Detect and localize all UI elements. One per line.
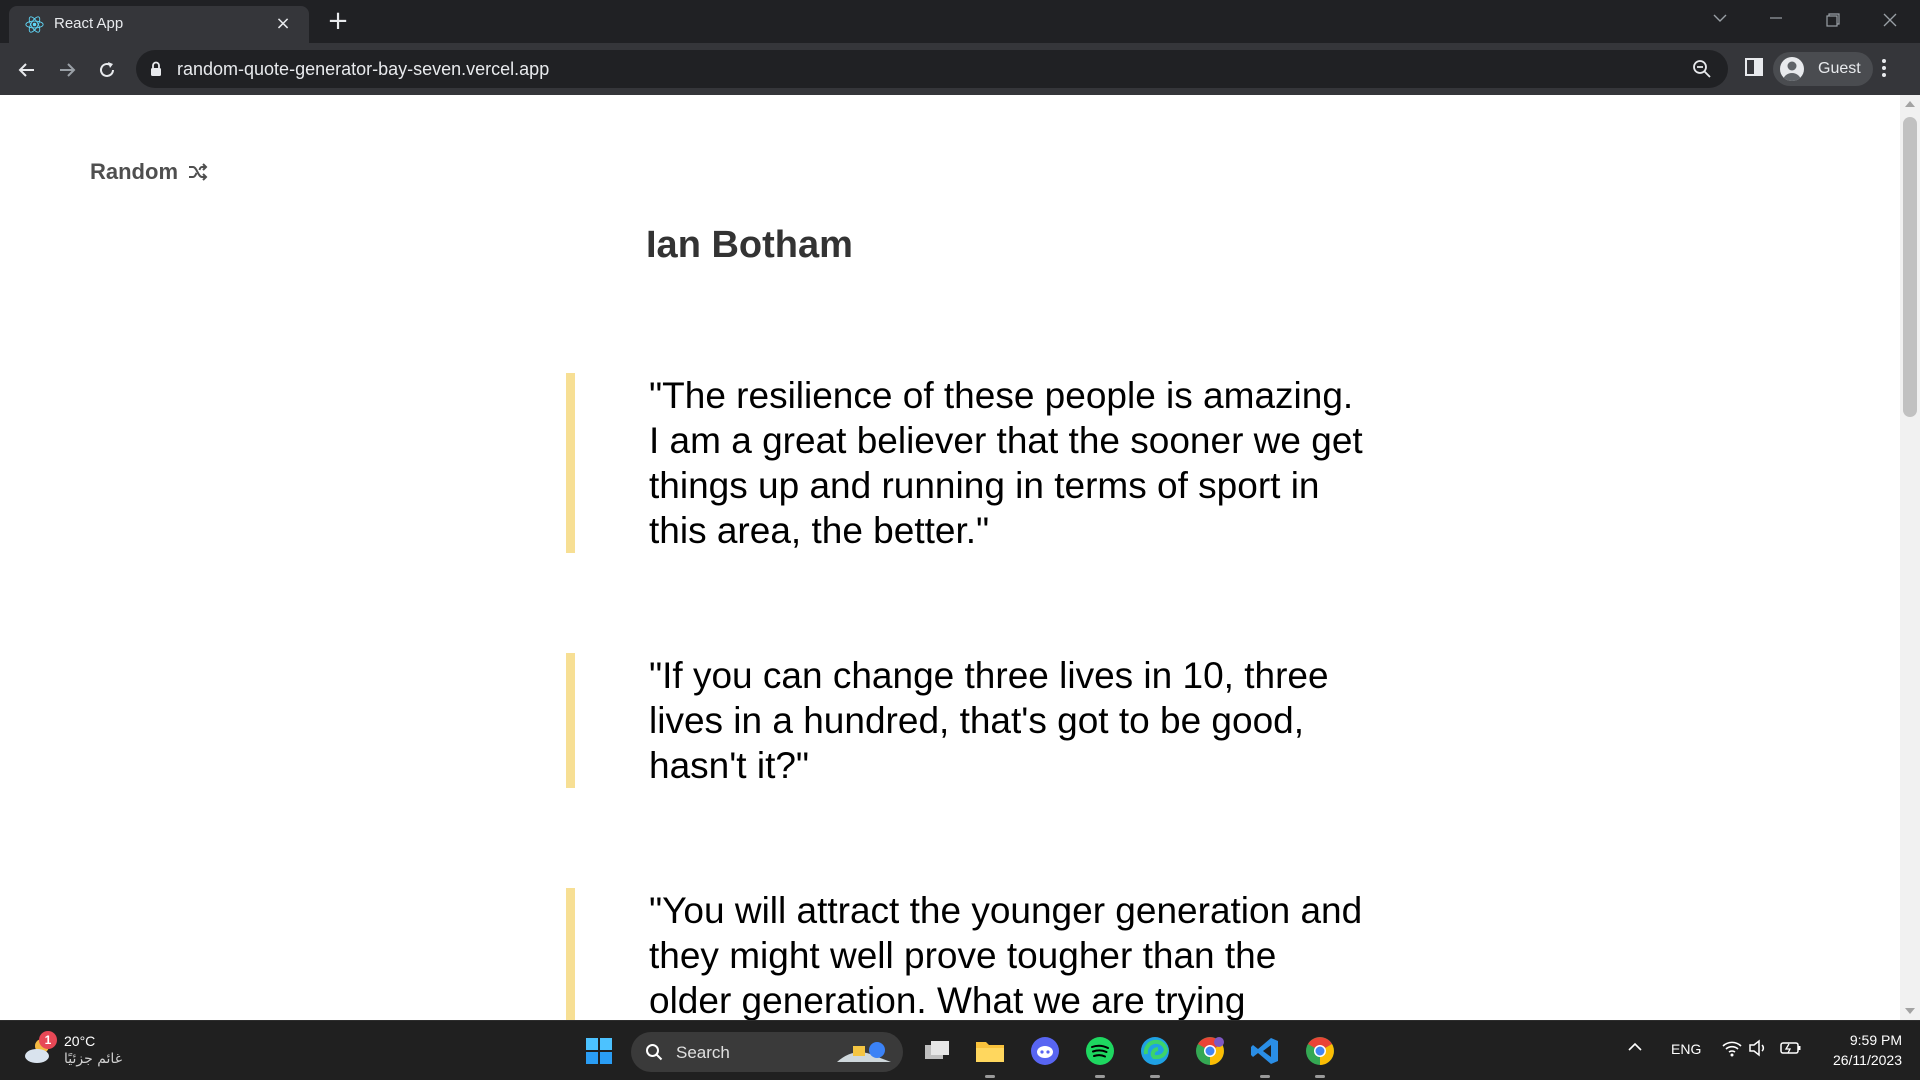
random-button[interactable]: Random <box>90 157 208 187</box>
weather-condition: غائم جزئيًا <box>64 1051 123 1067</box>
tab-strip: React App × + <box>0 0 1920 43</box>
minimize-icon[interactable] <box>1756 6 1796 34</box>
back-arrow-icon[interactable] <box>12 55 42 85</box>
scrollbar-thumb[interactable] <box>1903 117 1917 417</box>
weather-widget[interactable]: 1 20°C غائم جزئيًا <box>22 1031 132 1071</box>
reload-icon[interactable] <box>92 55 122 85</box>
quote-text: "The resilience of these people is amazi… <box>566 373 1366 553</box>
page-viewport: Random Ian Botham "The resilience of the… <box>0 95 1900 1020</box>
shuffle-icon <box>189 163 208 181</box>
profile-label: Guest <box>1818 60 1861 77</box>
more-menu-icon[interactable] <box>1880 57 1888 79</box>
task-view-icon[interactable] <box>920 1034 954 1068</box>
plus-icon[interactable]: + <box>324 8 352 36</box>
tab-title: React App <box>54 15 124 32</box>
chrome-icon[interactable] <box>1303 1034 1337 1078</box>
scroll-down-icon[interactable] <box>1905 1008 1915 1014</box>
forward-arrow-icon[interactable] <box>52 55 82 85</box>
browser-toolbar: random-quote-generator-bay-seven.vercel.… <box>0 43 1920 95</box>
profile-button[interactable]: Guest <box>1773 52 1873 86</box>
browser-tab[interactable]: React App × <box>9 6 309 43</box>
chrome-profile-icon[interactable] <box>1193 1034 1227 1068</box>
close-window-icon[interactable] <box>1870 6 1910 34</box>
windows-start-icon[interactable] <box>582 1034 616 1068</box>
address-bar[interactable]: random-quote-generator-bay-seven.vercel.… <box>136 50 1728 88</box>
notification-badge: 1 <box>39 1031 57 1049</box>
tab-search-icon[interactable] <box>1700 6 1740 34</box>
volume-icon[interactable] <box>1748 1039 1768 1057</box>
language-indicator[interactable]: ENG <box>1671 1041 1701 1057</box>
lock-icon <box>151 61 161 76</box>
discord-icon[interactable] <box>1028 1034 1062 1068</box>
running-indicator <box>1095 1075 1105 1078</box>
close-tab-icon[interactable]: × <box>273 14 293 34</box>
quote-text: "You will attract the younger generation… <box>566 888 1366 1020</box>
edge-icon[interactable] <box>1138 1034 1172 1078</box>
vscode-icon[interactable] <box>1248 1034 1282 1078</box>
restore-icon[interactable] <box>1813 6 1853 34</box>
chevron-up-icon[interactable] <box>1627 1039 1643 1055</box>
battery-icon[interactable] <box>1780 1039 1802 1057</box>
url-text: random-quote-generator-bay-seven.vercel.… <box>177 59 550 79</box>
windows-taskbar: 1 20°C غائم جزئيًا Search ENG 9:59 PM 26… <box>0 1020 1920 1080</box>
search-icon <box>646 1044 663 1061</box>
wifi-icon[interactable] <box>1722 1039 1742 1057</box>
running-indicator <box>1260 1075 1270 1078</box>
running-indicator <box>985 1075 995 1078</box>
running-indicator <box>1150 1075 1160 1078</box>
random-button-label: Random <box>90 159 178 184</box>
quote-text: "If you can change three lives in 10, th… <box>566 653 1366 788</box>
search-highlight-icon <box>837 1042 891 1062</box>
clock-date: 26/11/2023 <box>1832 1052 1902 1068</box>
spotify-icon[interactable] <box>1083 1034 1117 1078</box>
system-clock[interactable]: 9:59 PM 26/11/2023 <box>1833 1030 1902 1070</box>
running-indicator <box>1315 1075 1325 1078</box>
clock-time: 9:59 PM <box>1849 1032 1902 1048</box>
search-label: Search <box>676 1043 730 1062</box>
taskbar-search-box[interactable]: Search <box>631 1032 903 1072</box>
side-panel-icon[interactable] <box>1745 58 1763 76</box>
scrollbar[interactable] <box>1900 95 1920 1020</box>
zoom-icon[interactable] <box>1692 59 1712 79</box>
avatar-icon <box>1780 57 1804 81</box>
author-name: Ian Botham <box>646 224 853 266</box>
file-explorer-icon[interactable] <box>973 1034 1007 1078</box>
scroll-up-icon[interactable] <box>1905 101 1915 107</box>
react-icon <box>25 16 44 33</box>
weather-temp: 20°C <box>64 1033 96 1049</box>
